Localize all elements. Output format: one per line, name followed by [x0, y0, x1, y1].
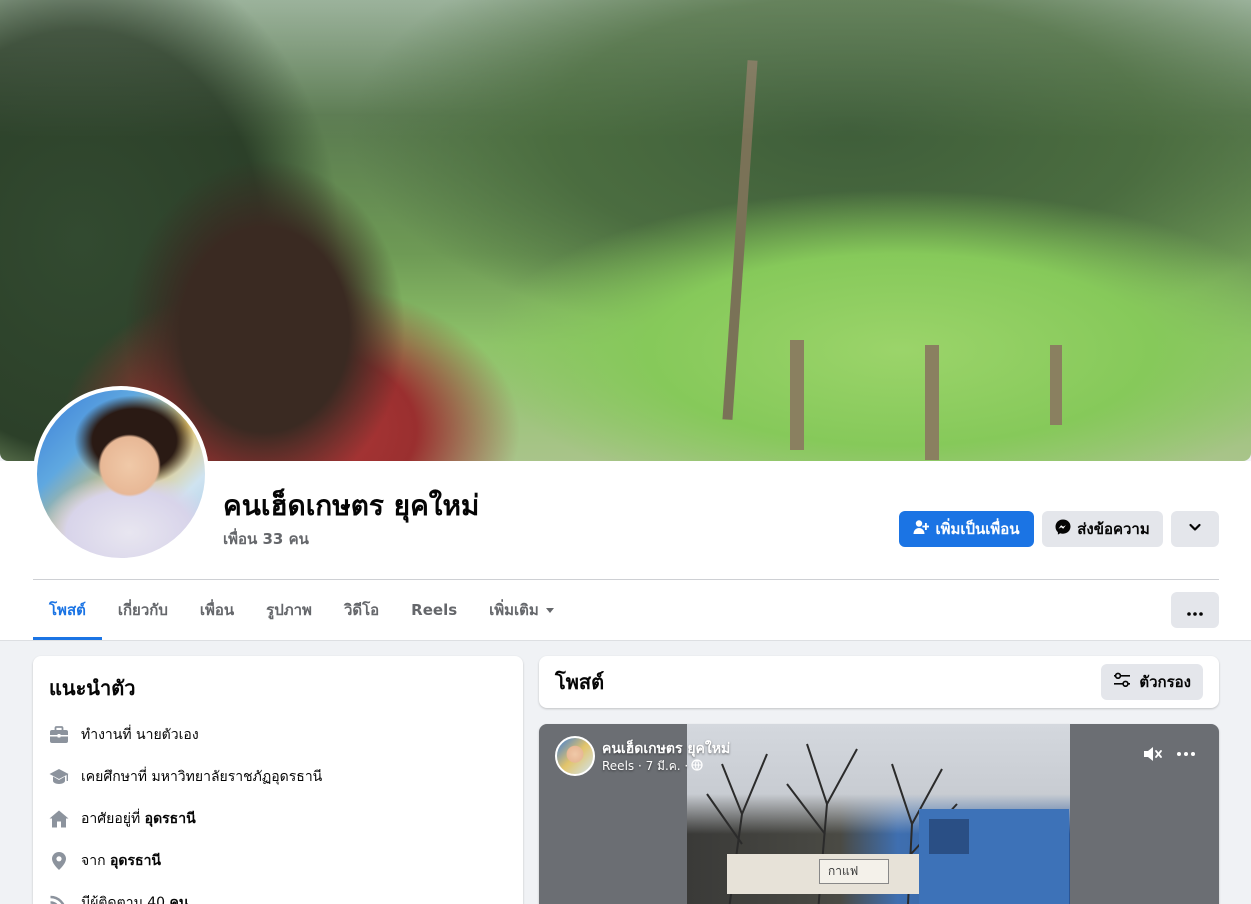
- intro-card: แนะนำตัว ทำงานที่ นายตัวเอง เคยศึกษาที่ …: [33, 656, 523, 904]
- intro-lives-in-label: อาศัยอยู่ที่: [81, 811, 145, 827]
- intro-from-value[interactable]: อุดรธานี: [110, 853, 161, 869]
- tab-more-label: เพิ่มเติม: [489, 601, 539, 619]
- reel-meta: Reels · 7 มี.ค. ·: [602, 757, 703, 776]
- add-friend-button[interactable]: เพิ่มเป็นเพื่อน: [899, 511, 1034, 547]
- mute-icon[interactable]: [1143, 744, 1165, 768]
- intro-from: จาก อุดรธานี: [49, 840, 507, 882]
- more-options-button[interactable]: [1171, 592, 1219, 628]
- tab-posts[interactable]: โพสต์: [33, 580, 102, 640]
- reel-sign-text: กาแฟ: [828, 864, 859, 878]
- ellipsis-icon: [1187, 601, 1203, 620]
- profile-avatar[interactable]: [33, 386, 209, 562]
- caret-down-icon: [545, 601, 555, 619]
- tab-more[interactable]: เพิ่มเติม: [473, 580, 571, 640]
- filter-button[interactable]: ตัวกรอง: [1101, 664, 1203, 700]
- profile-name: คนเฮ็ดเกษตร ยุคใหม่: [223, 489, 480, 522]
- reel-post[interactable]: กาแฟ คนเฮ็ดเกษตร ยุคใหม่ Reels · 7 มี.ค.…: [539, 724, 1219, 904]
- tab-friends[interactable]: เพื่อน: [184, 580, 250, 640]
- chevron-down-icon: [1188, 520, 1202, 538]
- tab-videos[interactable]: วิดีโอ: [328, 580, 395, 640]
- profile-tabs: โพสต์ เกี่ยวกับ เพื่อน รูปภาพ วิดีโอ Ree…: [33, 580, 571, 640]
- intro-work-text: ทำงานที่ นายตัวเอง: [81, 727, 199, 743]
- reel-scene-sign: กาแฟ: [819, 859, 889, 884]
- posts-header-card: โพสต์ ตัวกรอง: [539, 656, 1219, 708]
- briefcase-icon: [49, 725, 69, 745]
- cover-photo[interactable]: [0, 0, 1251, 461]
- intro-followers: มีผู้ติดตาม 40 คน: [49, 882, 507, 904]
- intro-work: ทำงานที่ นายตัวเอง: [49, 714, 507, 756]
- messenger-icon: [1055, 519, 1071, 539]
- intro-followers-text: มีผู้ติดตาม 40 คน: [81, 892, 188, 904]
- reel-options-icon[interactable]: [1176, 744, 1196, 768]
- intro-education-text: เคยศึกษาที่ มหาวิทยาลัยราชภัฏอุดรธานี: [81, 769, 323, 785]
- posts-title: โพสต์: [555, 670, 605, 694]
- intro-followers-value[interactable]: คน: [170, 895, 189, 904]
- filter-sliders-icon: [1113, 672, 1131, 692]
- tab-about[interactable]: เกี่ยวกับ: [102, 580, 184, 640]
- intro-from-text: จาก อุดรธานี: [81, 850, 161, 872]
- graduation-cap-icon: [49, 767, 69, 787]
- rss-icon: [49, 893, 69, 904]
- reel-author-avatar[interactable]: [555, 736, 595, 776]
- intro-from-label: จาก: [81, 853, 110, 869]
- tab-videos-label: วิดีโอ: [343, 601, 380, 619]
- intro-followers-label: มีผู้ติดตาม 40: [81, 895, 170, 904]
- globe-icon: [691, 759, 703, 774]
- home-icon: [49, 809, 69, 829]
- add-friend-label: เพิ่มเป็นเพื่อน: [935, 520, 1020, 538]
- intro-education: เคยศึกษาที่ มหาวิทยาลัยราชภัฏอุดรธานี: [49, 756, 507, 798]
- intro-lives-in: อาศัยอยู่ที่ อุดรธานี: [49, 798, 507, 840]
- tab-posts-label: โพสต์: [49, 601, 86, 619]
- tab-photos[interactable]: รูปภาพ: [250, 580, 328, 640]
- filter-label: ตัวกรอง: [1139, 673, 1191, 691]
- tab-friends-label: เพื่อน: [199, 601, 235, 619]
- tab-reels[interactable]: Reels: [395, 580, 473, 640]
- tab-reels-label: Reels: [411, 601, 458, 619]
- message-label: ส่งข้อความ: [1077, 520, 1150, 538]
- message-button[interactable]: ส่งข้อความ: [1042, 511, 1163, 547]
- reel-meta-text: Reels · 7 มี.ค. ·: [602, 759, 689, 773]
- profile-options-dropdown[interactable]: [1171, 511, 1219, 547]
- tab-about-label: เกี่ยวกับ: [117, 601, 168, 619]
- intro-lives-in-value[interactable]: อุดรธานี: [145, 811, 196, 827]
- tab-photos-label: รูปภาพ: [266, 601, 312, 619]
- add-friend-icon: [913, 519, 930, 539]
- intro-title: แนะนำตัว: [49, 676, 136, 700]
- location-pin-icon: [49, 851, 69, 871]
- friends-count-link[interactable]: เพื่อน 33 คน: [223, 527, 309, 551]
- intro-lives-in-text: อาศัยอยู่ที่ อุดรธานี: [81, 808, 196, 830]
- reel-scene-window: [929, 819, 969, 854]
